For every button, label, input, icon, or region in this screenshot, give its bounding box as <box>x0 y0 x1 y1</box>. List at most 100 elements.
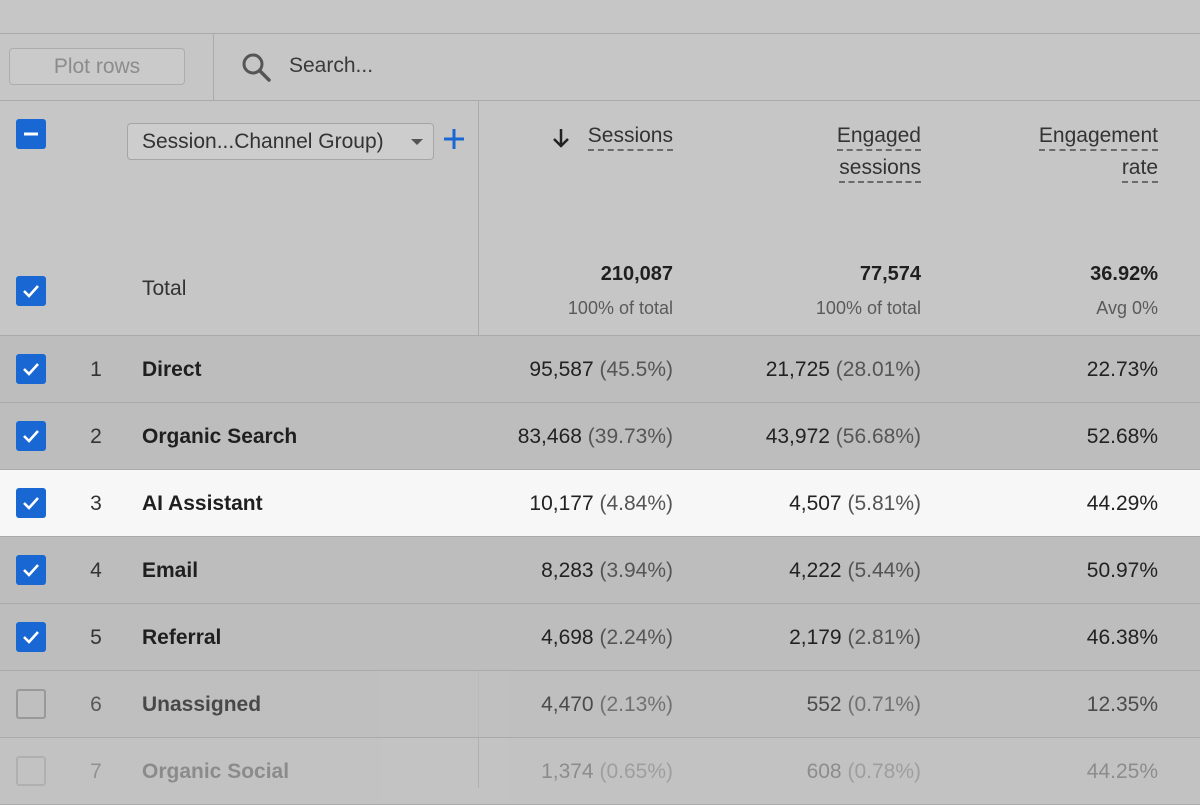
row-channel-name: AI Assistant <box>142 492 263 515</box>
sessions-cell-percent: (39.73%) <box>587 425 673 448</box>
engaged-sessions-cell: 43,972 (56.68%) <box>766 403 921 470</box>
sessions-cell: 10,177 (4.84%) <box>529 470 673 537</box>
checkmark-icon <box>23 497 39 510</box>
row-checkbox[interactable] <box>16 488 46 518</box>
engaged-sessions-cell: 2,179 (2.81%) <box>789 604 921 671</box>
row-checkbox[interactable] <box>16 689 46 719</box>
sessions-cell-percent: (2.24%) <box>599 626 673 649</box>
column-header-rate-line2: rate <box>1121 156 1158 183</box>
total-engaged-value: 77,574 <box>859 263 921 285</box>
row-channel-name: Organic Social <box>142 760 290 783</box>
engagement-rate-cell: 50.97% <box>1087 537 1158 604</box>
sessions-cell-value: 4,470 <box>541 693 594 716</box>
engagement-rate-cell: 44.25% <box>1087 738 1158 805</box>
row-number: 7 <box>90 760 102 783</box>
column-header-engaged-sessions[interactable]: Engaged sessions <box>836 120 921 184</box>
column-header-engaged-line1: Engaged <box>836 124 921 151</box>
checkmark-icon <box>23 363 39 376</box>
dimension-select-label: Session...Channel Group) <box>142 129 384 153</box>
total-rate-value: 36.92% <box>1090 263 1158 285</box>
engaged-sessions-cell-value: 552 <box>806 693 842 716</box>
engagement-rate-cell: 12.35% <box>1087 671 1158 738</box>
engagement-rate-cell-value: 22.73% <box>1086 358 1158 381</box>
column-header-rate-line1: Engagement <box>1038 124 1158 151</box>
engaged-sessions-cell-value: 21,725 <box>765 358 830 381</box>
toolbar-top-divider <box>0 33 1200 34</box>
row-checkbox[interactable] <box>16 354 46 384</box>
engaged-sessions-cell: 552 (0.71%) <box>807 671 921 738</box>
engagement-rate-cell: 22.73% <box>1087 336 1158 403</box>
engagement-rate-cell-value: 50.97% <box>1086 559 1158 582</box>
engaged-sessions-cell-percent: (0.71%) <box>847 693 921 716</box>
engaged-sessions-cell-value: 4,507 <box>789 492 842 515</box>
row-channel-name: Unassigned <box>142 693 262 716</box>
sessions-cell-percent: (0.65%) <box>599 760 673 783</box>
engagement-rate-cell: 52.68% <box>1087 403 1158 470</box>
total-checkbox[interactable] <box>16 276 46 306</box>
search-input[interactable] <box>289 52 709 80</box>
row-number: 4 <box>90 559 102 582</box>
engaged-sessions-cell-percent: (56.68%) <box>835 425 921 448</box>
engaged-sessions-cell-percent: (28.01%) <box>835 358 921 381</box>
column-header-sessions[interactable]: Sessions <box>587 120 673 152</box>
table-row[interactable]: 2 Organic Search 83,468 (39.73%) 43,972 (56… <box>0 403 1200 470</box>
checkmark-icon <box>23 564 39 577</box>
row-checkbox[interactable] <box>16 421 46 451</box>
engaged-sessions-cell: 4,507 (5.81%) <box>789 470 921 537</box>
column-header-engagement-rate[interactable]: Engagement rate <box>1038 120 1158 184</box>
dimension-select[interactable]: Session...Channel Group) <box>127 123 434 160</box>
engagement-rate-cell: 46.38% <box>1087 604 1158 671</box>
engagement-rate-cell-value: 44.25% <box>1086 760 1158 783</box>
total-sessions-value: 210,087 <box>600 263 673 285</box>
table-row[interactable]: 5 Referral 4,698 (2.24%) 2,179 (2.81%) 46.38… <box>0 604 1200 671</box>
sessions-cell: 4,698 (2.24%) <box>541 604 673 671</box>
row-checkbox[interactable] <box>16 555 46 585</box>
toolbar-divider <box>213 34 214 100</box>
engaged-sessions-cell-percent: (5.44%) <box>847 559 921 582</box>
total-engaged-sub: 100% of total <box>815 298 921 318</box>
header-top-divider <box>0 100 1200 101</box>
total-sessions-sub: 100% of total <box>567 298 673 318</box>
engaged-sessions-cell: 4,222 (5.44%) <box>789 537 921 604</box>
checkmark-icon <box>23 285 39 298</box>
add-dimension-plus-icon[interactable] <box>441 126 467 152</box>
row-number: 3 <box>90 492 102 515</box>
row-number: 2 <box>90 425 102 448</box>
table-row[interactable]: 4 Email 8,283 (3.94%) 4,222 (5.44%) 50.97% <box>0 537 1200 604</box>
row-checkbox[interactable] <box>16 756 46 786</box>
sessions-cell-value: 10,177 <box>529 492 594 515</box>
total-rate-sub: Avg 0% <box>1096 298 1158 318</box>
engagement-rate-cell-value: 52.68% <box>1086 425 1158 448</box>
row-number: 1 <box>90 358 102 381</box>
sessions-cell-percent: (3.94%) <box>599 559 673 582</box>
column-header-sessions-label: Sessions <box>587 124 673 151</box>
sessions-cell: 1,374 (0.65%) <box>541 738 673 805</box>
sort-descending-arrow-icon[interactable] <box>550 127 572 149</box>
engagement-rate-cell-value: 46.38% <box>1086 626 1158 649</box>
column-header-engaged-line2: sessions <box>839 156 921 183</box>
checkmark-icon <box>23 430 39 443</box>
sessions-cell-value: 4,698 <box>541 626 594 649</box>
engagement-rate-cell-value: 44.29% <box>1086 492 1158 515</box>
sessions-cell-value: 95,587 <box>529 358 594 381</box>
sessions-cell-value: 1,374 <box>541 760 594 783</box>
engagement-rate-cell-value: 12.35% <box>1086 693 1158 716</box>
plot-rows-button[interactable]: Plot rows <box>9 48 185 85</box>
row-channel-name: Organic Search <box>142 425 298 448</box>
row-channel-name: Direct <box>142 358 202 381</box>
engaged-sessions-cell-percent: (2.81%) <box>847 626 921 649</box>
engaged-sessions-cell-value: 4,222 <box>789 559 842 582</box>
table-row[interactable]: 3 AI Assistant 10,177 (4.84%) 4,507 (5.81%)… <box>0 470 1200 537</box>
sessions-cell: 8,283 (3.94%) <box>541 537 673 604</box>
dropdown-arrow-icon <box>411 139 423 145</box>
row-checkbox[interactable] <box>16 622 46 652</box>
search-icon[interactable] <box>240 51 272 83</box>
sessions-cell-value: 83,468 <box>517 425 582 448</box>
table-row[interactable]: 6 Unassigned 4,470 (2.13%) 552 (0.71%) 12.35… <box>0 671 1200 738</box>
total-label: Total <box>142 277 187 300</box>
select-all-checkbox[interactable] <box>16 119 46 149</box>
table-row[interactable]: 1 Direct 95,587 (45.5%) 21,725 (28.01%) 22.7… <box>0 336 1200 403</box>
sessions-cell: 95,587 (45.5%) <box>529 336 673 403</box>
table-row[interactable]: 7 Organic Social 1,374 (0.65%) 608 (0.78%) 4… <box>0 738 1200 805</box>
sessions-cell-percent: (45.5%) <box>599 358 673 381</box>
